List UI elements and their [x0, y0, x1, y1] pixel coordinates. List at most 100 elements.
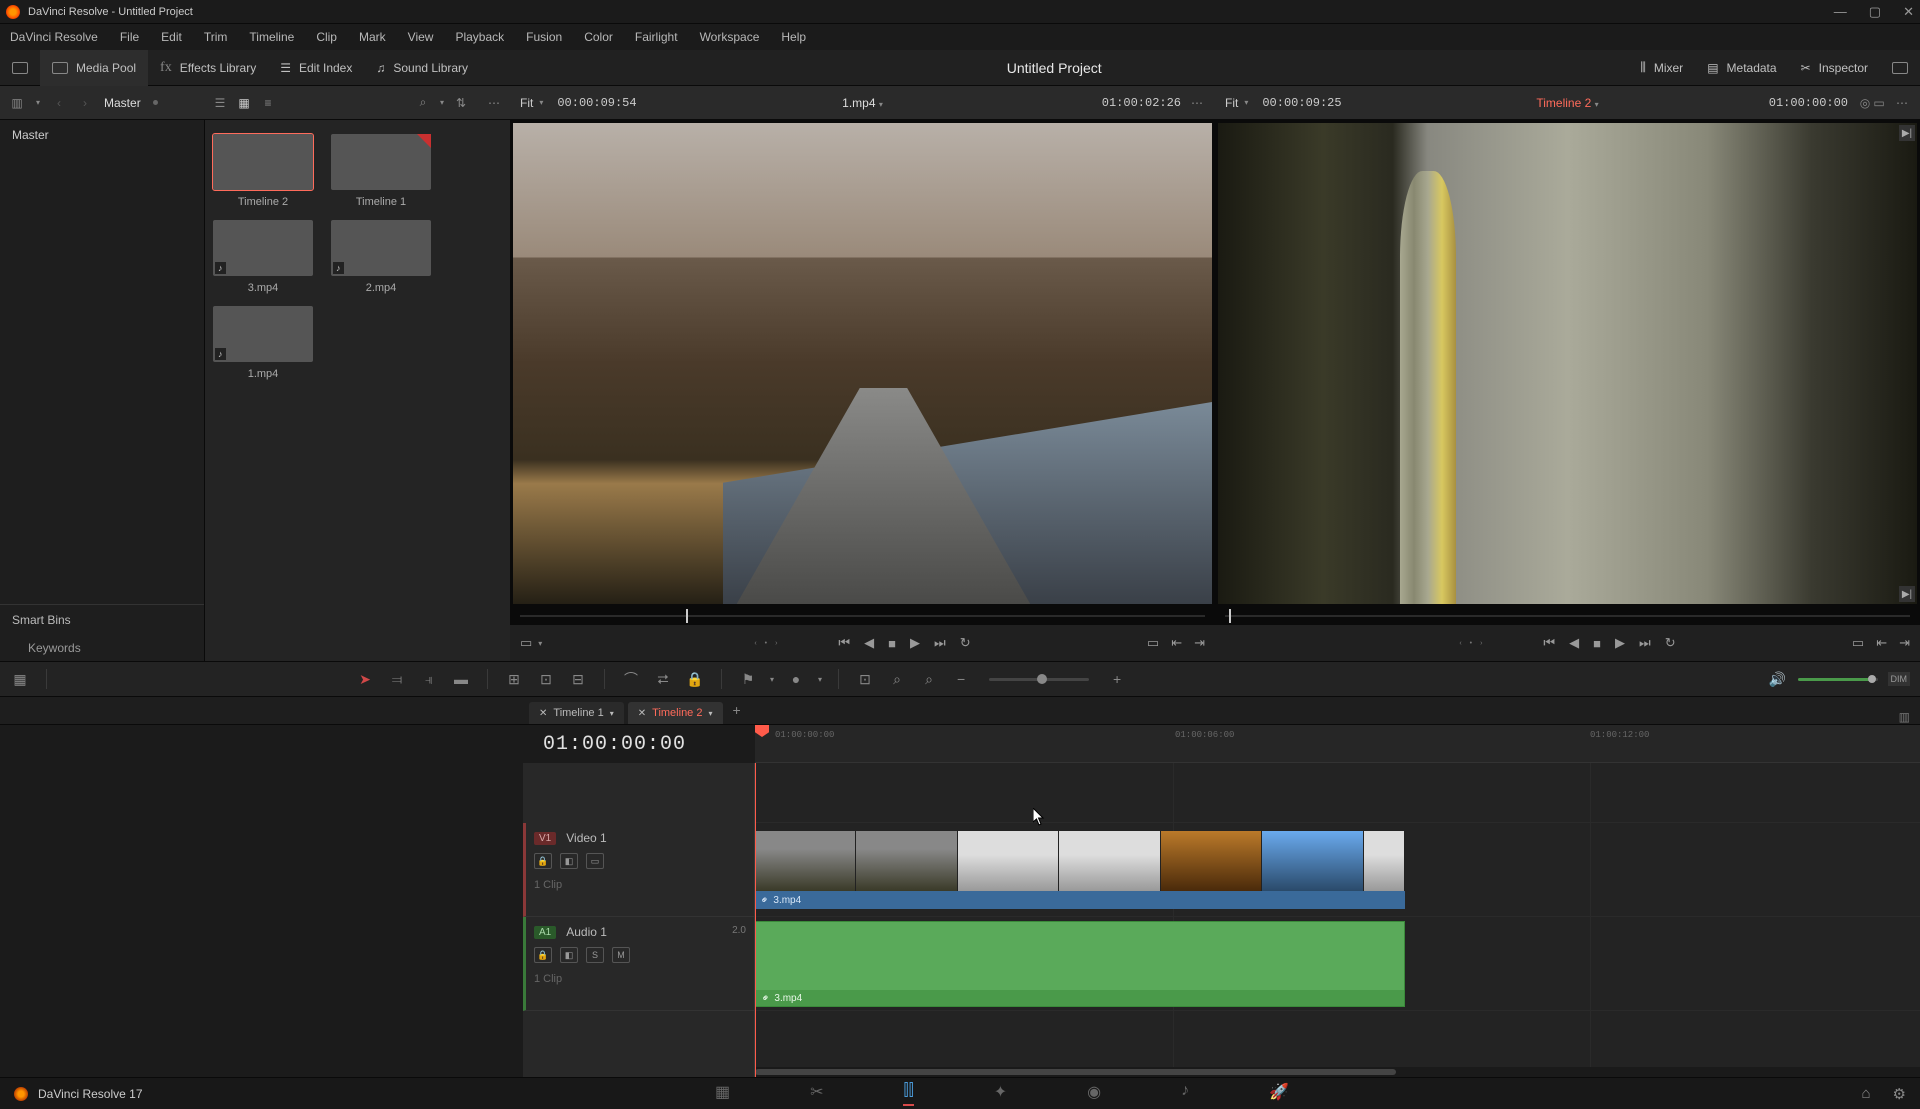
snap-icon[interactable]: ⌒ [621, 669, 641, 689]
source-last-frame-icon[interactable]: ⏭ [934, 635, 946, 651]
tab-chevron-icon[interactable]: ▾ [610, 709, 614, 718]
source-first-frame-icon[interactable]: ⏮ [838, 635, 850, 651]
bin-master[interactable]: Master [0, 120, 204, 150]
bin-view-chevron-icon[interactable]: ▾ [36, 98, 40, 107]
stacked-timelines-icon[interactable]: ▥ [1899, 710, 1910, 724]
insert-clip-icon[interactable]: ⊞ [504, 669, 524, 689]
volume-slider[interactable] [1798, 678, 1878, 681]
smart-bins-header[interactable]: Smart Bins [0, 604, 204, 635]
source-prev-frame-icon[interactable]: ◀ [864, 635, 874, 651]
zoom-full-icon[interactable]: ⌕ [919, 669, 939, 689]
zoom-in-icon[interactable]: + [1107, 669, 1127, 689]
auto-select-icon[interactable]: ◧ [560, 853, 578, 869]
video-clip[interactable]: ⚭3.mp4 [755, 831, 1405, 909]
audio-lock-icon[interactable]: 🔒 [534, 947, 552, 963]
expand-media-pool-icon[interactable] [0, 50, 40, 86]
timeline-tab[interactable]: ✕Timeline 1▾ [529, 702, 624, 724]
menu-timeline[interactable]: Timeline [249, 30, 294, 44]
program-prev-frame-icon[interactable]: ◀ [1569, 635, 1579, 651]
timeline-tab[interactable]: ✕Timeline 2▾ [628, 702, 723, 724]
program-stop-icon[interactable]: ■ [1593, 636, 1601, 651]
color-page-icon[interactable]: ◉ [1087, 1082, 1101, 1106]
menu-mark[interactable]: Mark [359, 30, 386, 44]
deliver-page-icon[interactable]: 🚀 [1269, 1082, 1289, 1106]
sound-library-button[interactable]: ♫Sound Library [364, 50, 480, 86]
search-chevron-icon[interactable]: ▾ [440, 98, 444, 107]
lock-icon[interactable]: 🔒 [685, 669, 705, 689]
program-zoom[interactable]: Fit [1225, 96, 1238, 110]
close-button[interactable]: ✕ [1903, 4, 1914, 20]
program-last-frame-icon[interactable]: ⏭ [1639, 635, 1651, 651]
program-play-icon[interactable]: ▶ [1615, 635, 1625, 651]
source-overlay-icon[interactable]: ▭ [520, 635, 532, 651]
add-timeline-tab-icon[interactable]: + [723, 696, 751, 724]
program-next-edit-icon[interactable]: ▶| [1899, 125, 1915, 141]
menu-workspace[interactable]: Workspace [700, 30, 760, 44]
single-viewer-icon[interactable]: ▭ [1872, 96, 1886, 110]
edit-page-icon[interactable]: ⫿⫿ [903, 1082, 913, 1106]
program-zoom-chevron-icon[interactable]: ▾ [1244, 98, 1248, 107]
selection-tool-icon[interactable]: ➤ [355, 669, 375, 689]
source-clip-name[interactable]: 1.mp4 ▾ [842, 96, 883, 110]
bin-view-icon[interactable]: ▥ [10, 96, 24, 110]
program-mark-out-icon[interactable]: ⇥ [1899, 635, 1910, 651]
timeline-ruler[interactable]: 01:00:00:00 01:00:06:00 01:00:12:00 [755, 725, 1920, 763]
media-clip[interactable]: Timeline 1 [331, 134, 431, 208]
dynamic-trim-icon[interactable]: ⫣ [419, 669, 439, 689]
expand-inspector-icon[interactable] [1880, 50, 1920, 86]
media-pool[interactable]: Timeline 2Timeline 1♪3.mp4♪2.mp4♪1.mp4 [205, 120, 510, 661]
media-clip[interactable]: ♪1.mp4 [213, 306, 313, 380]
program-options-icon[interactable]: ⋯ [1896, 96, 1910, 110]
program-mark-in-icon[interactable]: ⇤ [1876, 635, 1887, 651]
marker-icon[interactable]: ● [786, 669, 806, 689]
audio-clip[interactable]: ⚭3.mp4 [755, 921, 1405, 1007]
source-play-icon[interactable]: ▶ [910, 635, 920, 651]
media-clip[interactable]: ♪2.mp4 [331, 220, 431, 294]
playhead-top-icon[interactable] [755, 725, 769, 737]
source-mark-out-icon[interactable]: ⇥ [1194, 635, 1205, 651]
source-mark-in-icon[interactable]: ⇤ [1171, 635, 1182, 651]
program-scrubber[interactable] [1215, 607, 1920, 625]
zoom-slider[interactable] [989, 678, 1089, 681]
playhead-line[interactable] [755, 763, 756, 1077]
mute-icon[interactable]: M [612, 947, 630, 963]
source-viewer-image[interactable] [513, 123, 1212, 604]
tab-close-icon[interactable]: ✕ [539, 708, 547, 719]
timeline-canvas[interactable]: ⚭3.mp4 ⚭3.mp4 [755, 763, 1920, 1077]
track-lock-icon[interactable]: 🔒 [534, 853, 552, 869]
dim-toggle[interactable]: DIM [1888, 672, 1911, 686]
zoom-preset-icon[interactable]: ⊡ [855, 669, 875, 689]
timeline-view-options-icon[interactable]: ▦ [10, 669, 30, 689]
project-settings-icon[interactable]: ⚙ [1893, 1085, 1906, 1103]
edit-index-button[interactable]: ☰Edit Index [268, 50, 364, 86]
source-stop-icon[interactable]: ■ [888, 636, 896, 651]
source-loop-icon[interactable]: ↻ [960, 635, 971, 651]
source-jog-left-icon[interactable]: ‹ • › [754, 640, 780, 647]
overwrite-clip-icon[interactable]: ⊡ [536, 669, 556, 689]
media-clip[interactable]: ♪3.mp4 [213, 220, 313, 294]
bypass-icon[interactable]: ◎ [1858, 96, 1872, 110]
smart-bin-keywords[interactable]: Keywords [0, 635, 204, 661]
flag-icon[interactable]: ⚑ [738, 669, 758, 689]
minimize-button[interactable]: — [1834, 4, 1847, 20]
link-icon[interactable]: ⮂ [653, 669, 673, 689]
metadata-button[interactable]: ▤Metadata [1695, 50, 1788, 86]
inspector-button[interactable]: ✂Inspector [1789, 50, 1880, 86]
trim-tool-icon[interactable]: ⫤ [387, 669, 407, 689]
pool-options-icon[interactable]: ⋯ [488, 96, 502, 110]
menu-fusion[interactable]: Fusion [526, 30, 562, 44]
solo-icon[interactable]: S [586, 947, 604, 963]
track-disable-icon[interactable]: ▭ [586, 853, 604, 869]
menu-edit[interactable]: Edit [161, 30, 182, 44]
program-jog-left-icon[interactable]: ‹ • › [1459, 640, 1485, 647]
menu-davinci-resolve[interactable]: DaVinci Resolve [10, 30, 98, 44]
media-page-icon[interactable]: ▦ [715, 1082, 730, 1106]
menu-color[interactable]: Color [584, 30, 613, 44]
menu-help[interactable]: Help [781, 30, 806, 44]
home-icon[interactable]: ⌂ [1861, 1085, 1870, 1103]
source-zoom[interactable]: Fit [520, 96, 533, 110]
fairlight-page-icon[interactable]: ♪ [1181, 1082, 1189, 1106]
program-first-frame-icon[interactable]: ⏮ [1543, 635, 1555, 651]
media-clip[interactable]: Timeline 2 [213, 134, 313, 208]
tab-chevron-icon[interactable]: ▾ [708, 709, 712, 718]
